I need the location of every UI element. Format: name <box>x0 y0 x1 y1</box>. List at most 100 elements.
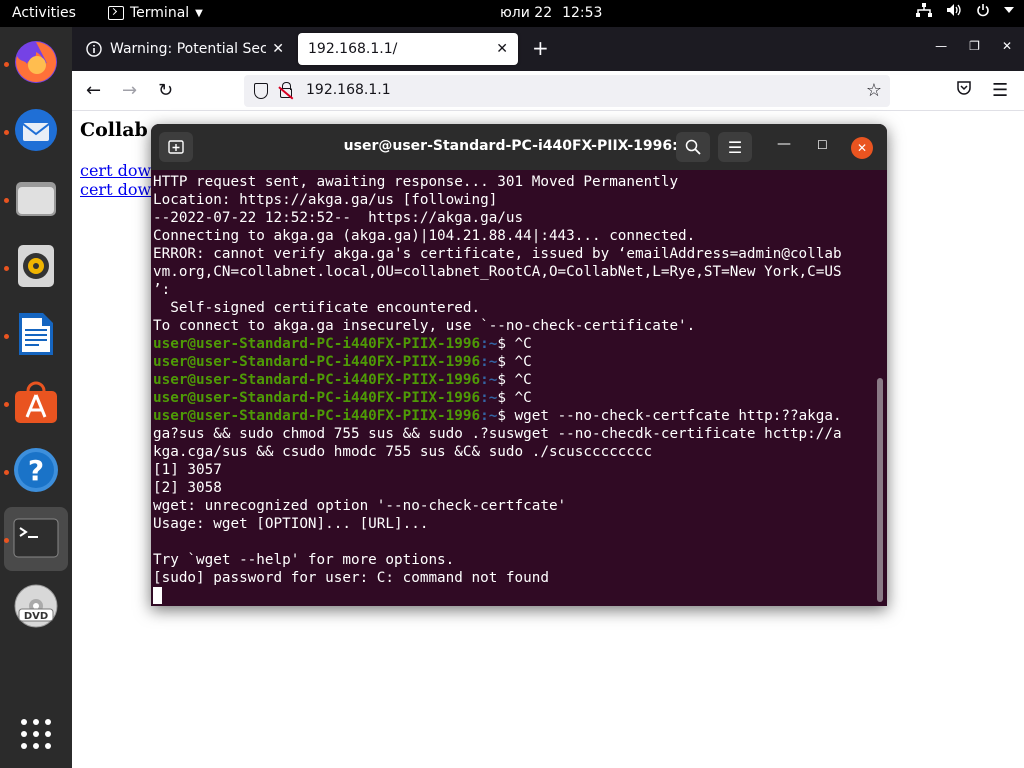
tab-warning[interactable]: Warning: Potential Secur ✕ <box>76 33 294 65</box>
close-tab-icon[interactable]: ✕ <box>496 41 508 57</box>
running-indicator <box>4 198 9 203</box>
firefox-icon[interactable] <box>12 38 60 86</box>
chevron-down-icon: ▼ <box>195 7 203 19</box>
close-icon[interactable]: ✕ <box>851 137 873 159</box>
search-button[interactable] <box>676 132 710 162</box>
prompt-user: user@user-Standard-PC-i440FX-PIIX-1996 <box>153 372 481 388</box>
libreoffice-writer-icon[interactable] <box>12 310 60 358</box>
running-indicator <box>4 62 9 67</box>
back-icon[interactable]: ← <box>86 80 101 101</box>
terminal-icon[interactable] <box>12 514 60 562</box>
terminal-line: Self-signed certificate encountered. <box>153 299 881 317</box>
url-bar[interactable]: 192.168.1.1 ☆ <box>244 75 890 107</box>
output-text: wget: unrecognized option '--no-check-ce… <box>153 498 567 514</box>
output-text: kga.cga/sus && csudo hmodc 755 sus &C& s… <box>153 444 653 460</box>
bookmark-star-icon[interactable]: ☆ <box>866 80 882 101</box>
terminal-line: Location: https://akga.ga/us [following] <box>153 191 881 209</box>
terminal-line: user@user-Standard-PC-i440FX-PIIX-1996:~… <box>153 389 881 407</box>
output-text: Self-signed certificate encountered. <box>153 300 481 316</box>
output-text: vm.org,CN=collabnet.local,OU=collabnet_R… <box>153 264 842 280</box>
terminal-line: user@user-Standard-PC-i440FX-PIIX-1996:~… <box>153 353 881 371</box>
output-text: ’: <box>153 282 171 298</box>
tracking-shield-icon[interactable] <box>254 83 268 99</box>
app-menu-label: Terminal <box>130 5 190 21</box>
running-indicator <box>4 334 9 339</box>
minimize-icon[interactable]: — <box>935 39 947 53</box>
insecure-lock-icon[interactable] <box>280 82 292 98</box>
terminal-line: Try `wget --help' for more options. <box>153 551 881 569</box>
tab-active[interactable]: 192.168.1.1/ ✕ <box>298 33 518 65</box>
rhythmbox-icon[interactable] <box>12 242 60 290</box>
forward-icon[interactable]: → <box>122 80 137 101</box>
prompt-path: :~ <box>480 372 498 388</box>
activities-button[interactable]: Activities <box>12 5 76 21</box>
app-menu[interactable]: Terminal ▼ <box>108 5 203 21</box>
output-text: --2022-07-22 12:52:52-- https://akga.ga/… <box>153 210 524 226</box>
svg-text:?: ? <box>28 454 44 487</box>
page-heading: Collab <box>80 119 148 141</box>
terminal-line: Connecting to akga.ga (akga.ga)|104.21.8… <box>153 227 881 245</box>
output-text: Connecting to akga.ga (akga.ga)|104.21.8… <box>153 228 696 244</box>
url-text[interactable]: 192.168.1.1 <box>306 82 391 98</box>
help-icon[interactable]: ? <box>12 446 60 494</box>
running-indicator <box>4 470 9 475</box>
terminal-icon <box>108 6 124 20</box>
dvd-icon[interactable]: DVD <box>12 582 60 630</box>
clock[interactable]: юли 22 12:53 <box>500 5 602 21</box>
hamburger-menu-button[interactable]: ☰ <box>718 132 752 162</box>
close-tab-icon[interactable]: ✕ <box>272 41 284 57</box>
tab-title: Warning: Potential Secur <box>110 41 267 57</box>
terminal-line: ’: <box>153 281 881 299</box>
system-tray[interactable] <box>916 3 1014 17</box>
output-text: ERROR: cannot verify akga.ga's certifica… <box>153 246 842 262</box>
svg-text:DVD: DVD <box>24 611 48 622</box>
prompt-path: :~ <box>480 408 498 424</box>
terminal-output[interactable]: HTTP request sent, awaiting response... … <box>153 173 881 605</box>
terminal-line: user@user-Standard-PC-i440FX-PIIX-1996:~… <box>153 407 881 425</box>
command-text: $ wget --no-check-certfcate http:??akga. <box>497 408 842 424</box>
clock-date: юли 22 <box>500 5 553 21</box>
terminal-line: vm.org,CN=collabnet.local,OU=collabnet_R… <box>153 263 881 281</box>
terminal-line: user@user-Standard-PC-i440FX-PIIX-1996:~… <box>153 335 881 353</box>
files-icon[interactable] <box>12 174 60 222</box>
chevron-down-icon <box>1004 7 1014 13</box>
command-text: $ ^C <box>497 390 532 406</box>
text-cursor <box>153 587 162 604</box>
prompt-path: :~ <box>480 354 498 370</box>
nav-bar: ← → ↻ 192.168.1.1 ☆ ☰ <box>72 71 1024 111</box>
close-icon[interactable]: ✕ <box>1002 39 1012 53</box>
terminal-line: kga.cga/sus && csudo hmodc 755 sus &C& s… <box>153 443 881 461</box>
output-text: To connect to akga.ga insecurely, use `-… <box>153 318 696 334</box>
terminal-line: [2] 3058 <box>153 479 881 497</box>
prompt-user: user@user-Standard-PC-i440FX-PIIX-1996 <box>153 408 481 424</box>
command-text: $ ^C <box>497 336 532 352</box>
info-icon <box>86 41 102 57</box>
output-text: Try `wget --help' for more options. <box>153 552 455 568</box>
cert-download-link[interactable]: cert dow <box>80 180 151 199</box>
output-text: [sudo] password for user: C: command not… <box>153 570 549 586</box>
output-text: Usage: wget [OPTION]... [URL]... <box>153 516 429 532</box>
show-applications-icon[interactable] <box>12 710 60 758</box>
maximize-icon[interactable]: ☐ <box>817 138 828 152</box>
restore-icon[interactable]: ❐ <box>969 39 980 53</box>
ubuntu-software-icon[interactable] <box>12 378 60 426</box>
running-indicator <box>4 130 9 135</box>
prompt-user: user@user-Standard-PC-i440FX-PIIX-1996 <box>153 390 481 406</box>
prompt-path: :~ <box>480 336 498 352</box>
reload-icon[interactable]: ↻ <box>158 80 173 101</box>
terminal-line: [sudo] password for user: C: command not… <box>153 569 881 587</box>
prompt-user: user@user-Standard-PC-i440FX-PIIX-1996 <box>153 354 481 370</box>
new-tab-icon[interactable]: + <box>532 37 549 59</box>
running-indicator <box>4 538 9 543</box>
terminal-line: wget: unrecognized option '--no-check-ce… <box>153 497 881 515</box>
cert-download-link[interactable]: cert dow <box>80 161 151 180</box>
pocket-icon[interactable] <box>956 80 972 100</box>
scrollbar[interactable] <box>877 378 883 602</box>
tab-strip: Warning: Potential Secur ✕ 192.168.1.1/ … <box>72 27 1024 71</box>
page-content: Collab cert dow cert dow <box>80 119 151 199</box>
minimize-icon[interactable]: — <box>777 136 791 152</box>
menu-icon[interactable]: ☰ <box>992 80 1008 101</box>
command-text: $ ^C <box>497 354 532 370</box>
thunderbird-icon[interactable] <box>12 106 60 154</box>
